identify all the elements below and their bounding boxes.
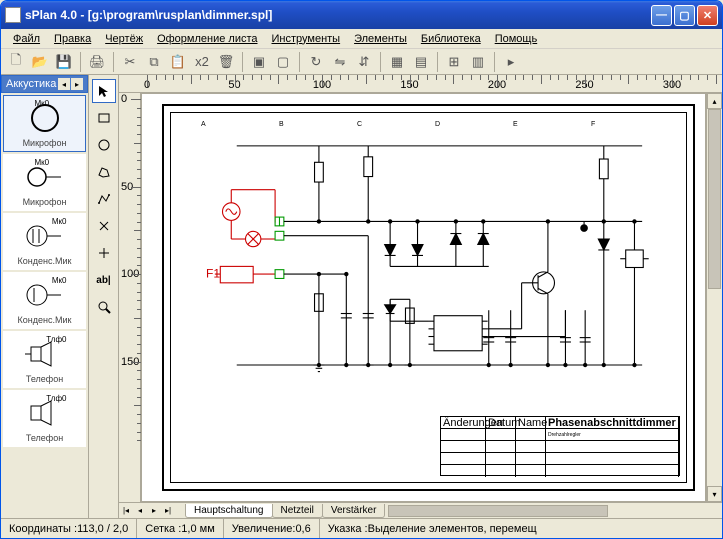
back-icon[interactable]: ▢ (272, 51, 294, 73)
tab-first-icon[interactable]: |◂ (119, 504, 133, 518)
tab-last-icon[interactable]: ▸| (161, 504, 175, 518)
close-button[interactable]: ✕ (697, 5, 718, 26)
cut-icon[interactable]: ✂ (119, 51, 141, 73)
palette-item-mic-small[interactable]: Мк0Микрофон (3, 154, 86, 211)
palette-item-mic-large[interactable]: Мк0Микрофон (3, 95, 86, 152)
menu-drawing[interactable]: Чертёж (99, 31, 149, 47)
tool-line[interactable] (92, 214, 116, 238)
status-zoom: Увеличение: 0,6 (224, 519, 320, 538)
delete-icon[interactable]: 🗑 (215, 51, 237, 73)
vertical-ruler: 050100150 (119, 93, 141, 502)
ungroup-icon[interactable]: ▤ (410, 51, 432, 73)
category-next-icon[interactable]: ▸ (71, 78, 83, 90)
main-area: Аккустика ◂ ▸ Мк0МикрофонМк0МикрофонМк0К… (1, 75, 722, 518)
open-icon[interactable]: 📂 (29, 51, 51, 73)
svg-text:F1: F1 (206, 266, 220, 280)
copy-icon[interactable]: ⧉ (143, 51, 165, 73)
scroll-thumb-h[interactable] (388, 505, 608, 517)
front-icon[interactable]: ▣ (248, 51, 270, 73)
sidebar-category[interactable]: Аккустика ◂ ▸ (1, 75, 88, 93)
sheet-tab[interactable]: Netzteil (272, 504, 323, 518)
menu-edit[interactable]: Правка (48, 31, 97, 47)
menu-sheet[interactable]: Оформление листа (151, 31, 263, 47)
sheet-tabs: HauptschaltungNetzteilVerstärker (175, 503, 384, 518)
paste-icon[interactable]: 📋 (167, 51, 189, 73)
circuit-diagram: F1 (171, 113, 686, 464)
status-coords: Координаты : 113,0 / 2,0 (1, 519, 137, 538)
horizontal-scrollbar[interactable]: |◂ ◂ ▸ ▸| HauptschaltungNetzteilVerstärk… (119, 502, 722, 518)
menu-elements[interactable]: Элементы (348, 31, 413, 47)
title-block: ÄnderungenDatumNamePhasenabschnittdimmer… (440, 416, 680, 476)
tool-circle[interactable] (92, 133, 116, 157)
opts-icon[interactable]: ▸ (500, 51, 522, 73)
tool-text[interactable]: ab| (92, 268, 116, 292)
palette-item-cap-mic2[interactable]: Мк0Конденс.Мик (3, 272, 86, 329)
app-window: sPlan 4.0 - [g:\program\rusplan\dimmer.s… (0, 0, 723, 539)
menu-library[interactable]: Библиотека (415, 31, 487, 47)
print-icon[interactable]: 🖨 (86, 51, 108, 73)
tool-polygon[interactable] (92, 160, 116, 184)
component-sidebar: Аккустика ◂ ▸ Мк0МикрофонМк0МикрофонМк0К… (1, 75, 89, 518)
scroll-up-icon[interactable]: ▴ (707, 93, 722, 109)
vertical-scrollbar[interactable]: ▴ ▾ (706, 93, 722, 502)
group-icon[interactable]: ▦ (386, 51, 408, 73)
rotate-icon[interactable]: ↻ (305, 51, 327, 73)
maximize-button[interactable]: ▢ (674, 5, 695, 26)
tab-next-icon[interactable]: ▸ (147, 504, 161, 518)
menu-file[interactable]: Файл (7, 31, 46, 47)
palette-item-phone2[interactable]: Тлф0Телефон (3, 390, 86, 447)
sidebar-category-label: Аккустика (6, 78, 56, 90)
minimize-button[interactable]: — (651, 5, 672, 26)
save-icon[interactable]: 💾 (53, 51, 75, 73)
toolbar: 🗋 📂 💾 🖨 ✂ ⧉ 📋 x2 🗑 ▣ ▢ ↻ ⇋ ⇵ ▦ ▤ ⊞ ▥ ▸ (1, 49, 722, 75)
menu-bar: Файл Правка Чертёж Оформление листа Инст… (1, 29, 722, 49)
draw-tools: ab| (89, 75, 119, 518)
tool-pointer[interactable] (92, 79, 116, 103)
menu-tools[interactable]: Инструменты (266, 31, 347, 47)
sheet-tab[interactable]: Verstärker (322, 504, 386, 518)
palette-item-phone[interactable]: Тлф0Телефон (3, 331, 86, 388)
flipv-icon[interactable]: ⇵ (353, 51, 375, 73)
tool-zoom[interactable] (92, 295, 116, 319)
sheet-tab[interactable]: Hauptschaltung (185, 504, 273, 518)
tab-prev-icon[interactable]: ◂ (133, 504, 147, 518)
canvas[interactable]: ABCDEF (141, 93, 706, 502)
snap-icon[interactable]: ⊞ (443, 51, 465, 73)
window-title: sPlan 4.0 - [g:\program\rusplan\dimmer.s… (25, 8, 651, 22)
status-bar: Координаты : 113,0 / 2,0 Сетка : 1,0 мм … (1, 518, 722, 538)
fliph-icon[interactable]: ⇋ (329, 51, 351, 73)
status-grid: Сетка : 1,0 мм (137, 519, 224, 538)
status-hint: Указка : Выделение элементов, перемещ (320, 519, 722, 538)
tool-point[interactable] (92, 241, 116, 265)
dup-icon[interactable]: x2 (191, 51, 213, 73)
new-icon[interactable]: 🗋 (5, 51, 27, 73)
horizontal-ruler: 050100150200250300 (119, 75, 722, 93)
tool-polyline[interactable] (92, 187, 116, 211)
titlebar[interactable]: sPlan 4.0 - [g:\program\rusplan\dimmer.s… (1, 1, 722, 29)
scroll-thumb-v[interactable] (708, 109, 721, 289)
list-icon[interactable]: ▥ (467, 51, 489, 73)
tool-rect[interactable] (92, 106, 116, 130)
schematic-sheet: ABCDEF (162, 104, 695, 491)
component-palette: Мк0МикрофонМк0МикрофонМк0Конденс.МикМк0К… (1, 93, 88, 518)
palette-item-cap-mic[interactable]: Мк0Конденс.Мик (3, 213, 86, 270)
app-icon (5, 7, 21, 23)
scroll-down-icon[interactable]: ▾ (707, 486, 722, 502)
menu-help[interactable]: Помощь (489, 31, 544, 47)
category-prev-icon[interactable]: ◂ (58, 78, 70, 90)
canvas-area: 050100150200250300 050100150 ABCDEF (119, 75, 722, 518)
